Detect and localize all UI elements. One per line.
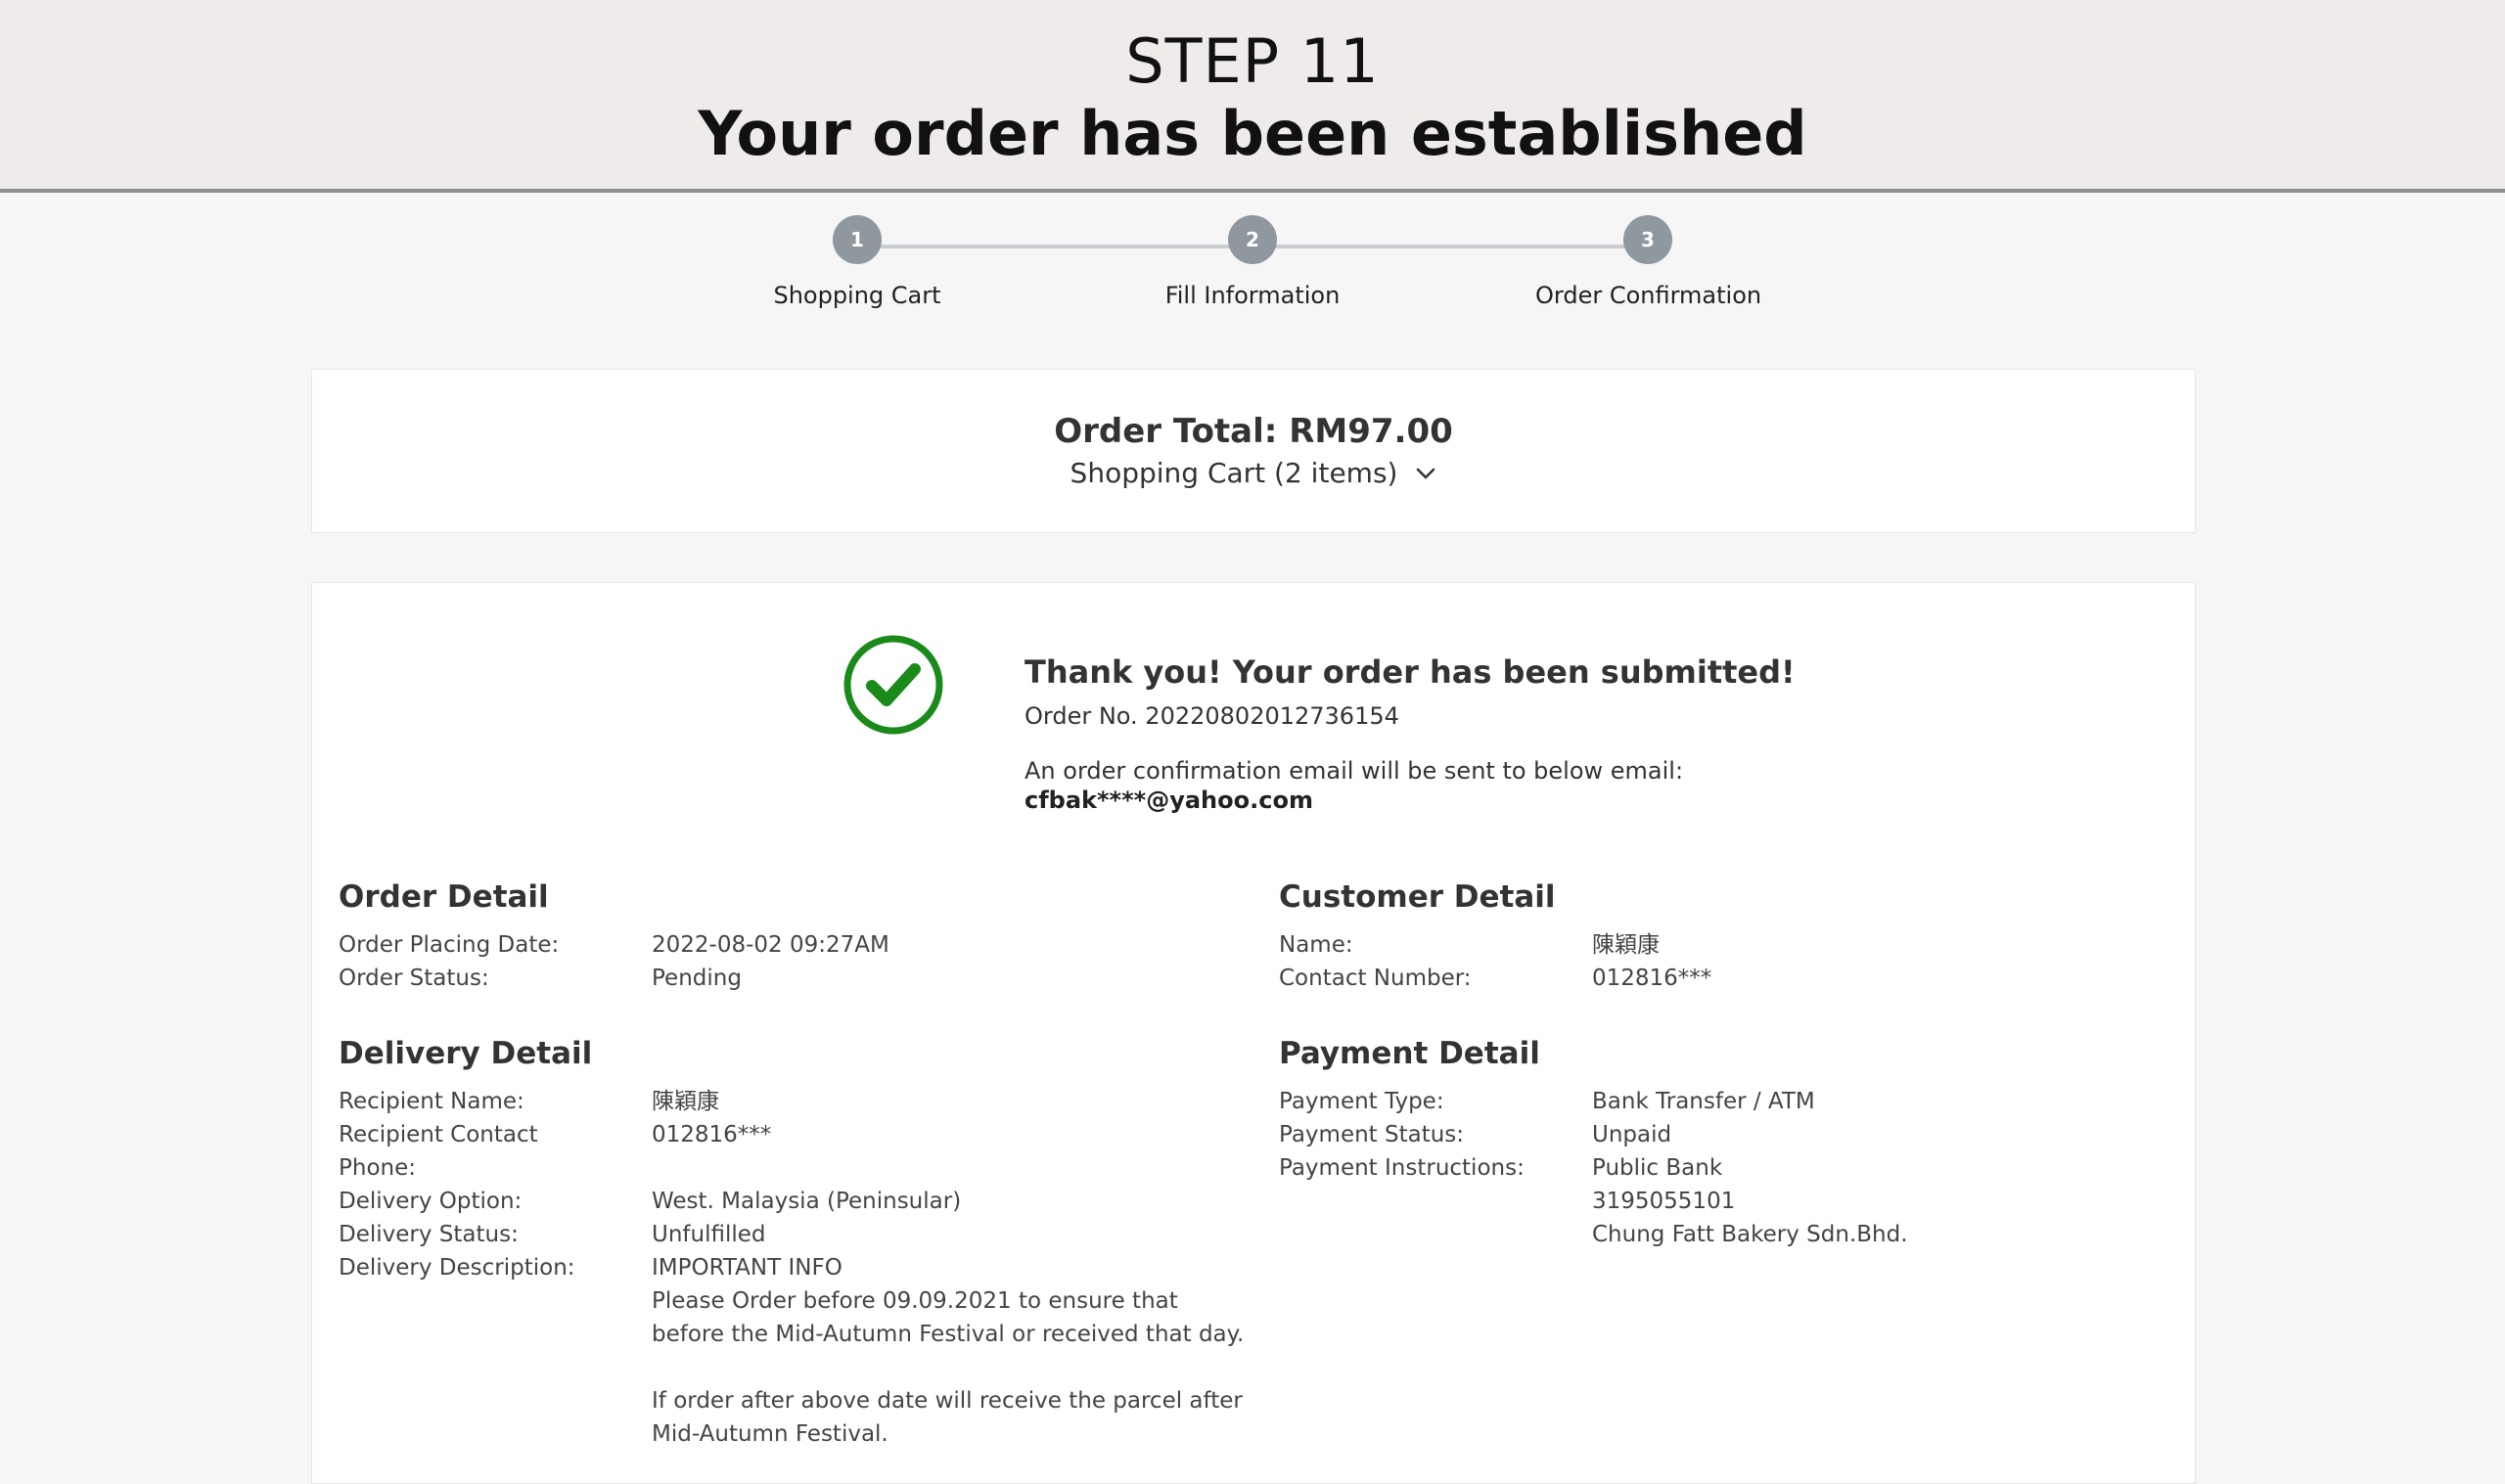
order-detail-section: Order Detail Order Placing Date: 2022-08… (339, 879, 1249, 995)
order-confirmation-card: Thank you! Your order has been submitted… (311, 582, 2196, 1484)
detail-row: Payment Instructions: Public Bank 319505… (1279, 1151, 2160, 1251)
customer-detail-section: Customer Detail Name: 陳穎康 Contact Number… (1279, 879, 2160, 995)
detail-value: 陳穎康 (1592, 932, 1660, 958)
step-label: Shopping Cart (773, 282, 941, 309)
step-banner: STEP 11 Your order has been established (0, 0, 2505, 193)
email-note: An order confirmation email will be sent… (1025, 757, 1684, 785)
checkout-stepper: 1 Shopping Cart 2 Fill Information 3 Ord… (0, 215, 2505, 333)
payment-detail-title: Payment Detail (1279, 1036, 1540, 1071)
shopping-cart-toggle[interactable]: Shopping Cart (2 items) (1070, 457, 1437, 489)
thank-you-message: Thank you! Your order has been submitted… (1025, 653, 1796, 691)
detail-key: Recipient Name: (339, 1089, 524, 1114)
detail-key: Name: (1279, 932, 1353, 958)
detail-row: Delivery Option: West. Malaysia (Peninsu… (339, 1185, 1249, 1218)
step-circle: 1 (833, 215, 882, 264)
detail-value: 012816*** (652, 1122, 772, 1147)
detail-key: Payment Instructions: (1279, 1155, 1525, 1181)
description-line: Please Order before 09.09.2021 to ensure… (652, 1288, 1178, 1314)
payment-detail-section: Payment Detail Payment Type: Bank Transf… (1279, 1036, 2160, 1251)
detail-row: Recipient Contact Phone: 012816*** (339, 1118, 1249, 1185)
detail-key: Delivery Description: (339, 1255, 575, 1281)
step-number: STEP 11 (1125, 25, 1380, 97)
detail-key: Contact Number: (1279, 966, 1472, 991)
detail-value: 012816*** (1592, 966, 1712, 991)
detail-value: Bank Transfer / ATM (1592, 1089, 1815, 1114)
step-headline: Your order has been established (698, 98, 1807, 169)
step-label: Order Confirmation (1535, 282, 1762, 309)
detail-value: Pending (652, 966, 742, 991)
detail-row: Order Placing Date: 2022-08-02 09:27AM (339, 928, 1249, 962)
detail-row: Order Status: Pending (339, 962, 1249, 995)
step-fill-information: 2 Fill Information (1140, 215, 1365, 309)
description-line: Mid-Autumn Festival. (652, 1421, 888, 1447)
check-circle-icon (843, 635, 943, 735)
detail-key: Order Placing Date: (339, 932, 560, 958)
detail-key: Order Status: (339, 966, 489, 991)
shopping-cart-toggle-label: Shopping Cart (2 items) (1070, 457, 1398, 489)
payment-instructions: Public Bank 3195055101 Chung Fatt Bakery… (1592, 1151, 2160, 1251)
detail-value: Unfulfilled (652, 1222, 766, 1247)
instruction-line: 3195055101 (1592, 1189, 1736, 1214)
customer-detail-title: Customer Detail (1279, 879, 1556, 915)
instruction-line: Public Bank (1592, 1155, 1723, 1181)
detail-value: 陳穎康 (652, 1089, 719, 1114)
step-label: Fill Information (1164, 282, 1341, 309)
step-order-confirmation: 3 Order Confirmation (1535, 215, 1762, 309)
step-circle: 2 (1228, 215, 1277, 264)
detail-row: Payment Status: Unpaid (1279, 1118, 2160, 1151)
detail-key: Payment Type: (1279, 1089, 1444, 1114)
detail-row: Recipient Name: 陳穎康 (339, 1085, 1249, 1118)
detail-key: Recipient Contact Phone: (339, 1122, 538, 1181)
detail-value: West. Malaysia (Peninsular) (652, 1189, 962, 1214)
order-number: Order No. 20220802012736154 (1025, 702, 1399, 730)
confirmation-email: cfbak****@yahoo.com (1025, 787, 1313, 814)
detail-key: Payment Status: (1279, 1122, 1465, 1147)
step-shopping-cart: 1 Shopping Cart (745, 215, 970, 309)
detail-value: 2022-08-02 09:27AM (652, 932, 889, 958)
description-line: If order after above date will receive t… (652, 1388, 1243, 1414)
step-circle: 3 (1623, 215, 1672, 264)
detail-row: Contact Number: 012816*** (1279, 962, 2160, 995)
delivery-description: IMPORTANT INFO Please Order before 09.09… (652, 1251, 1249, 1451)
order-detail-title: Order Detail (339, 879, 549, 915)
order-total-card: Order Total: RM97.00 Shopping Cart (2 it… (311, 369, 2196, 533)
detail-row: Name: 陳穎康 (1279, 928, 2160, 962)
delivery-detail-title: Delivery Detail (339, 1036, 593, 1071)
order-total: Order Total: RM97.00 (1054, 412, 1453, 451)
instruction-line: Chung Fatt Bakery Sdn.Bhd. (1592, 1222, 1908, 1247)
description-line: before the Mid-Autumn Festival or receiv… (652, 1322, 1245, 1347)
description-heading: IMPORTANT INFO (652, 1255, 843, 1281)
detail-row: Delivery Status: Unfulfilled (339, 1218, 1249, 1251)
detail-row: Delivery Description: IMPORTANT INFO Ple… (339, 1251, 1249, 1451)
detail-key: Delivery Status: (339, 1222, 519, 1247)
delivery-detail-section: Delivery Detail Recipient Name: 陳穎康 Reci… (339, 1036, 1249, 1451)
chevron-down-icon (1417, 468, 1435, 478)
detail-row: Payment Type: Bank Transfer / ATM (1279, 1085, 2160, 1118)
detail-key: Delivery Option: (339, 1189, 523, 1214)
detail-value: Unpaid (1592, 1122, 1672, 1147)
